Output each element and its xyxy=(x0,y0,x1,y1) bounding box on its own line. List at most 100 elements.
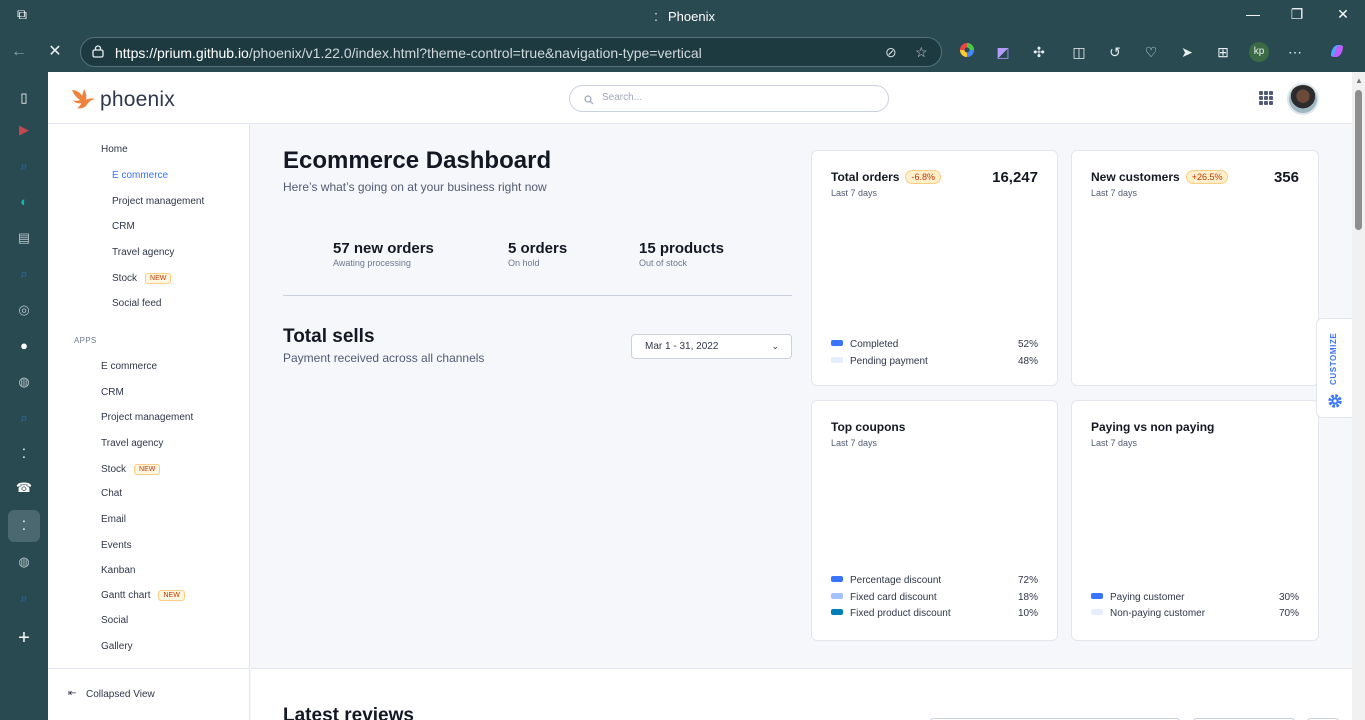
search-tab-icon[interactable]: ⌕ xyxy=(14,156,34,176)
page-scrollbar[interactable]: ▲ xyxy=(1352,72,1365,720)
search-tab-icon-2[interactable]: ⌕ xyxy=(14,264,34,284)
tab-title: Phoenix xyxy=(668,9,715,24)
sidebar-item-home-social-feed[interactable]: Social feed xyxy=(112,298,161,309)
sidebar-item-stock[interactable]: Stock NEW xyxy=(101,464,161,475)
split-screen-icon[interactable]: ◫ xyxy=(1069,42,1089,62)
search-tab-icon-4[interactable]: ⌕ xyxy=(14,588,34,608)
gear-icon xyxy=(1327,393,1343,409)
legend-pct: 10% xyxy=(1017,608,1038,619)
new-tab-icon[interactable]: + xyxy=(14,628,34,648)
search-tab-icon-3[interactable]: ⌕ xyxy=(14,408,34,428)
app-tab-icon[interactable]: ◐ xyxy=(14,192,34,212)
sidebar-item-label: Stock xyxy=(112,273,138,284)
legend-swatch xyxy=(1091,609,1103,615)
sidebar-item-events[interactable]: Events xyxy=(101,540,132,551)
search-input[interactable]: Search... xyxy=(569,85,889,112)
customize-panel-toggle[interactable]: CUSTOMIZE xyxy=(1316,318,1352,418)
minimize-icon[interactable]: — xyxy=(1243,6,1263,22)
calendar-tab-icon[interactable]: ▤ xyxy=(14,228,34,248)
sidebar-nav: Home E commerce Project management CRM T… xyxy=(48,124,250,720)
change-badge: -6.8% xyxy=(905,170,941,184)
legend-percentage-discount: Percentage discount 72% xyxy=(831,575,1038,586)
sidebar-item-home-project-management[interactable]: Project management xyxy=(112,196,204,207)
maximize-icon[interactable]: ❐ xyxy=(1287,6,1307,23)
collapsed-view-button[interactable]: ⇤ Collapsed View xyxy=(48,668,249,720)
stat-value: 15 products xyxy=(639,240,725,257)
extensions-puzzle-icon[interactable]: ✣ xyxy=(1029,42,1049,62)
history-icon[interactable]: ↺ xyxy=(1105,42,1125,62)
sidebar-item-home-stock[interactable]: Stock NEW xyxy=(112,273,172,284)
vertical-tabs-icon[interactable]: ▯ xyxy=(14,88,34,108)
sidebar-item-crm[interactable]: CRM xyxy=(101,387,124,398)
sidebar-section-apps: APPS xyxy=(74,336,97,345)
search-icon xyxy=(584,92,594,105)
brand-name: phoenix xyxy=(100,88,175,111)
sidebar-item-email[interactable]: Email xyxy=(101,514,126,525)
change-badge: +26.5% xyxy=(1185,170,1229,184)
legend-fixed-card-discount: Fixed card discount 18% xyxy=(831,592,1038,603)
sidebar-item-home-travel-agency[interactable]: Travel agency xyxy=(112,247,174,258)
card-period: Last 7 days xyxy=(831,438,878,448)
profile-avatar[interactable]: kp xyxy=(1249,42,1269,62)
sidebar-item-project-management[interactable]: Project management xyxy=(101,412,193,423)
card-title: Top coupons xyxy=(831,420,906,434)
sidebar-item-gallery[interactable]: Gallery xyxy=(101,641,133,652)
legend-label: Non-paying customer xyxy=(1110,608,1206,619)
stat-new-orders: 57 new orders Awating processing xyxy=(333,240,434,268)
card-title: Paying vs non paying xyxy=(1091,420,1215,434)
legend-swatch xyxy=(831,340,843,346)
new-badge: NEW xyxy=(145,273,172,284)
more-options-icon[interactable]: ⋯ xyxy=(1285,42,1305,62)
legend-completed: Completed 52% xyxy=(831,339,1038,350)
loading-tab-icon[interactable]: ⁚ xyxy=(14,444,34,464)
date-range-value: Mar 1 - 31, 2022 xyxy=(645,341,719,352)
openai-tab-icon[interactable]: ◎ xyxy=(14,300,34,320)
share-icon[interactable]: ➤ xyxy=(1177,42,1197,62)
sidebar-item-home-ecommerce[interactable]: E commerce xyxy=(112,170,168,181)
back-icon[interactable]: ← xyxy=(8,41,30,63)
page-viewport: phoenix Search... Home E commerce Projec… xyxy=(48,72,1352,720)
collections-icon[interactable]: ⊞ xyxy=(1213,42,1233,62)
globe-tab-icon[interactable]: ◍ xyxy=(14,372,34,392)
sidebar-item-gantt-chart[interactable]: Gantt chart NEW xyxy=(101,590,185,601)
sidebar-item-kanban[interactable]: Kanban xyxy=(101,565,135,576)
sidebar-item-chat[interactable]: Chat xyxy=(101,488,122,499)
phone-tab-icon[interactable]: ☎ xyxy=(14,478,34,498)
active-tab-icon[interactable]: ⁚ xyxy=(8,510,40,542)
stop-loading-icon[interactable]: ✕ xyxy=(44,41,66,63)
url-text[interactable]: https://prium.github.io/phoenix/v1.22.0/… xyxy=(115,45,702,61)
new-badge: NEW xyxy=(158,590,185,601)
extension-purple-icon[interactable]: ◩ xyxy=(993,42,1013,62)
scrollbar-thumb[interactable] xyxy=(1355,90,1362,230)
browser-essentials-icon[interactable]: ♡ xyxy=(1141,42,1161,62)
date-range-select[interactable]: Mar 1 - 31, 2022 ⌄ xyxy=(631,334,792,359)
legend-swatch xyxy=(831,357,843,363)
github-tab-icon[interactable]: ● xyxy=(14,336,34,356)
color-wheel-extension-icon[interactable] xyxy=(957,42,977,62)
sidebar-item-travel-agency[interactable]: Travel agency xyxy=(101,438,163,449)
close-window-icon[interactable]: ✕ xyxy=(1333,6,1353,23)
legend-non-paying-customer: Non-paying customer 70% xyxy=(1091,608,1299,619)
stat-label: Out of stock xyxy=(639,258,688,268)
tracking-prevention-icon[interactable]: ⊘ xyxy=(885,44,897,61)
youtube-tab-icon[interactable]: ▶ xyxy=(14,120,34,140)
page-subtitle: Here’s what’s going on at your business … xyxy=(283,180,547,194)
sidebar-item-ecommerce[interactable]: E commerce xyxy=(101,361,157,372)
address-bar[interactable]: https://prium.github.io/phoenix/v1.22.0/… xyxy=(80,37,942,67)
copilot-icon[interactable] xyxy=(1327,42,1347,62)
legend-paying-customer: Paying customer 30% xyxy=(1091,592,1299,603)
user-avatar[interactable] xyxy=(1287,83,1319,115)
url-host: https://prium.github.io xyxy=(115,45,249,61)
lock-icon[interactable] xyxy=(91,44,105,58)
sidebar-item-social[interactable]: Social xyxy=(101,615,128,626)
apps-grid-icon[interactable] xyxy=(1259,91,1273,105)
sidebar-item-home-crm[interactable]: CRM xyxy=(112,221,135,232)
scroll-up-icon[interactable]: ▲ xyxy=(1355,76,1363,85)
sidebar-item-home[interactable]: Home xyxy=(101,144,128,155)
legend-label: Fixed product discount xyxy=(850,608,951,619)
globe-tab-icon-2[interactable]: ◍ xyxy=(14,552,34,572)
legend-swatch xyxy=(831,593,843,599)
stat-on-hold: 5 orders On hold xyxy=(508,240,567,268)
card-title: Total orders -6.8% xyxy=(831,170,941,184)
favorite-star-icon[interactable]: ☆ xyxy=(915,44,928,61)
